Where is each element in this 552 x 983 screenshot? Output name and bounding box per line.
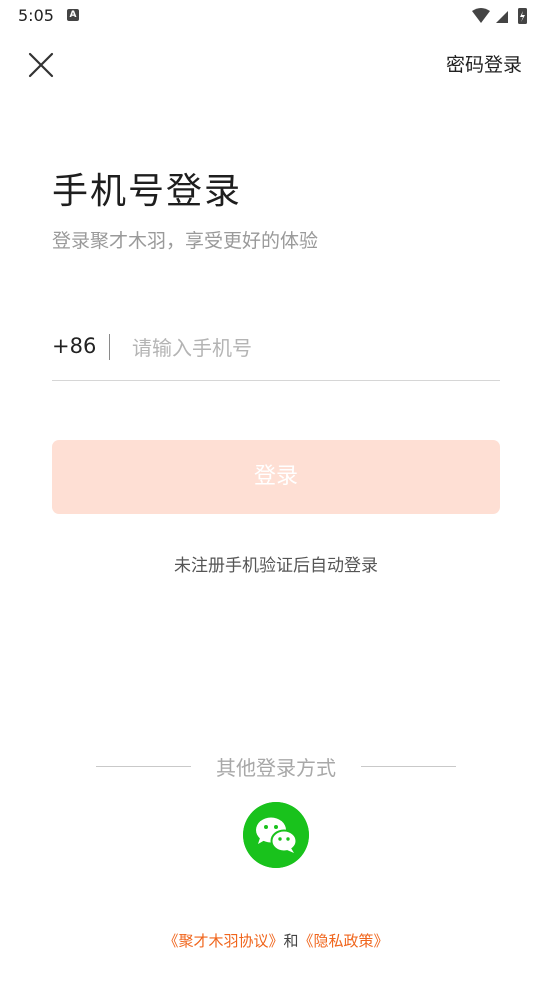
other-login-section: 其他登录方式 — [96, 752, 456, 782]
top-bar: 密码登录 — [0, 40, 552, 88]
login-button[interactable]: 登录 — [52, 440, 500, 514]
phone-field: +86 — [52, 326, 500, 381]
password-login-link[interactable]: 密码登录 — [446, 50, 522, 77]
user-agreement-link[interactable]: 《聚才木羽协议》 — [163, 932, 283, 950]
country-code-selector[interactable]: +86 — [52, 334, 96, 358]
close-icon[interactable] — [22, 46, 60, 84]
divider-right — [361, 766, 456, 767]
divider — [109, 334, 110, 360]
privacy-policy-link[interactable]: 《隐私政策》 — [299, 932, 389, 950]
phone-number-input[interactable] — [132, 328, 492, 368]
auto-register-hint: 未注册手机验证后自动登录 — [174, 556, 378, 576]
signal-icon — [496, 11, 508, 23]
agreement-text: 《聚才木羽协议》和《隐私政策》 — [0, 930, 552, 951]
status-icons — [472, 8, 527, 24]
agreement-joiner: 和 — [283, 932, 299, 950]
wifi-icon — [472, 8, 490, 23]
status-bar: 5:05 A — [0, 0, 552, 32]
page-subtitle: 登录聚才木羽，享受更好的体验 — [52, 230, 319, 252]
wechat-icon[interactable] — [243, 802, 309, 868]
status-time: 5:05 — [18, 6, 54, 25]
page-title: 手机号登录 — [52, 171, 243, 212]
a-letter-icon: A — [67, 9, 79, 21]
